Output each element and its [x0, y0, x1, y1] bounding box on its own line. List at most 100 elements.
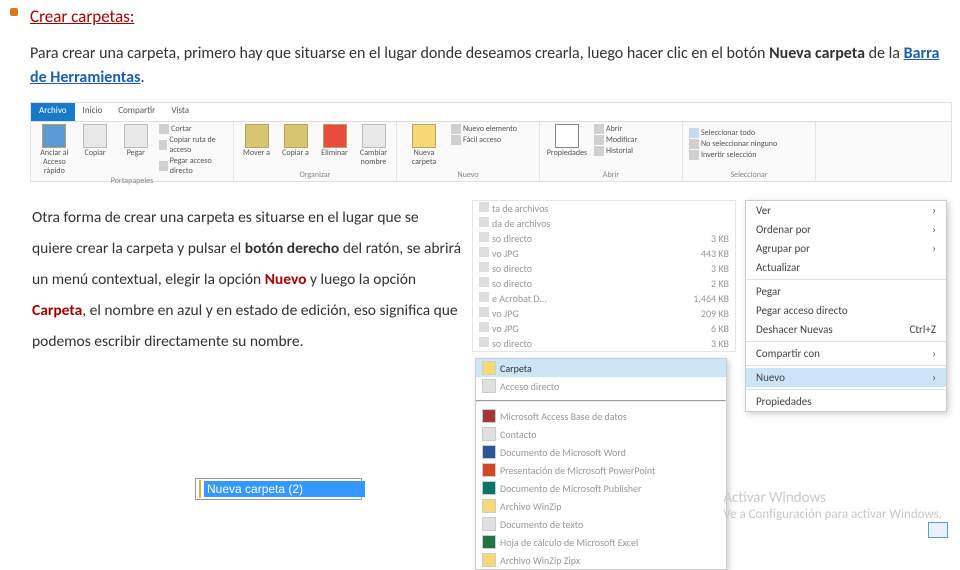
- tab-inicio[interactable]: Inicio: [75, 103, 111, 121]
- file-row[interactable]: vo JPG209 KB: [473, 306, 735, 321]
- bullet-icon: [10, 8, 18, 16]
- windows-activation-watermark: Activar Windows Ve a Configuración para …: [723, 489, 942, 522]
- ctx-label: Pegar: [756, 285, 781, 298]
- submenu-label: Documento de Microsoft Publisher: [500, 482, 641, 495]
- btn-mover[interactable]: Mover a: [240, 124, 273, 158]
- ctx-actualizar[interactable]: Actualizar: [746, 258, 946, 277]
- file-row[interactable]: so directo3 KB: [473, 261, 735, 276]
- btn-pegar[interactable]: Pegar: [118, 124, 153, 158]
- tab-compartir[interactable]: Compartir: [110, 103, 163, 121]
- copypath-icon: [159, 140, 167, 150]
- submenu-access[interactable]: Microsoft Access Base de datos: [476, 407, 726, 425]
- file-icon: [479, 217, 489, 227]
- group-seleccionar: Seleccionar todo No seleccionar ninguno …: [683, 122, 816, 182]
- delete-icon: [323, 124, 347, 148]
- file-row[interactable]: da de archivos: [473, 216, 735, 231]
- submenu-excel[interactable]: Hoja de cálculo de Microsoft Excel: [476, 533, 726, 551]
- file-icon: [479, 202, 489, 212]
- newfolder-name-input[interactable]: [204, 481, 365, 497]
- p1-bold-nueva-carpeta: Nueva carpeta: [769, 44, 865, 63]
- btn-nuevo-elemento[interactable]: Nuevo elemento: [451, 124, 517, 134]
- file-row[interactable]: ta de archivos: [473, 201, 735, 216]
- copyto-icon: [284, 124, 308, 148]
- btn-anclar[interactable]: Anclar al Acceso rápido: [37, 124, 72, 175]
- btn-eliminar[interactable]: Eliminar: [318, 124, 351, 158]
- tab-vista[interactable]: Vista: [163, 103, 197, 121]
- lbl-cambiar: Cambiar nombre: [357, 149, 390, 167]
- lbl-copiar: Copiar: [85, 149, 106, 158]
- lbl-sel-ninguno: No seleccionar ninguno: [701, 139, 777, 149]
- chevron-right-icon: ›: [932, 347, 936, 360]
- file-row[interactable]: so directo3 KB: [473, 336, 735, 351]
- btn-copiar-a[interactable]: Copiar a: [279, 124, 312, 158]
- ctx-ver[interactable]: Ver›: [746, 201, 946, 220]
- folder-icon: [199, 480, 201, 498]
- submenu-powerpoint[interactable]: Presentación de Microsoft PowerPoint: [476, 461, 726, 479]
- file-name: so directo: [492, 232, 532, 245]
- ctx-compartir[interactable]: Compartir con›: [746, 344, 946, 363]
- file-row[interactable]: so directo2 KB: [473, 276, 735, 291]
- submenu-texto[interactable]: Documento de texto: [476, 515, 726, 533]
- submenu-label: Documento de texto: [500, 518, 583, 531]
- submenu-word[interactable]: Documento de Microsoft Word: [476, 443, 726, 461]
- p1-text-e: .: [140, 68, 144, 87]
- btn-modificar[interactable]: Modificar: [594, 135, 637, 145]
- file-row[interactable]: vo JPG6 KB: [473, 321, 735, 336]
- chevron-right-icon: ›: [932, 242, 936, 255]
- submenu-carpeta[interactable]: Carpeta: [476, 359, 726, 377]
- btn-seleccionar-todo[interactable]: Seleccionar todo: [689, 128, 809, 138]
- submenu-zipx[interactable]: Archivo WinZip Zipx: [476, 551, 726, 569]
- new-submenu: Carpeta Acceso directo Microsoft Access …: [475, 358, 727, 570]
- btn-historial[interactable]: Historial: [594, 146, 637, 156]
- btn-propiedades[interactable]: Propiedades: [546, 124, 588, 158]
- lbl-cortar: Cortar: [171, 124, 191, 134]
- file-icon: [479, 247, 489, 257]
- submenu-acceso-directo[interactable]: Acceso directo: [476, 377, 726, 395]
- file-row[interactable]: vo JPG443 KB: [473, 246, 735, 261]
- lbl-historial: Historial: [606, 146, 633, 156]
- submenu-contacto[interactable]: Contacto: [476, 425, 726, 443]
- ctx-ordenar[interactable]: Ordenar por›: [746, 220, 946, 239]
- lbl-nueva-carpeta: Nueva carpeta: [403, 149, 445, 167]
- ctx-nuevo[interactable]: Nuevo›: [746, 368, 946, 387]
- lbl-pegar-directo: Pegar acceso directo: [170, 156, 227, 176]
- tab-archivo[interactable]: Archivo: [31, 103, 75, 121]
- folder-icon: [482, 361, 496, 375]
- p1-text-a: Para crear una carpeta, primero hay que …: [30, 44, 769, 63]
- watermark-title: Activar Windows: [723, 489, 942, 507]
- btn-cortar[interactable]: Cortar: [159, 124, 227, 134]
- ctx-agrupar[interactable]: Agrupar por›: [746, 239, 946, 258]
- ribbon-tabs: Archivo Inicio Compartir Vista: [31, 103, 951, 122]
- btn-copiar[interactable]: Copiar: [78, 124, 113, 158]
- rename-icon: [362, 124, 386, 148]
- ctx-propiedades[interactable]: Propiedades: [746, 392, 946, 411]
- open-icon: [594, 124, 604, 134]
- ctx-deshacer[interactable]: Deshacer NuevasCtrl+Z: [746, 320, 946, 339]
- btn-invertir-seleccion[interactable]: Invertir selección: [689, 150, 809, 160]
- file-row[interactable]: so directo3 KB: [473, 231, 735, 246]
- submenu-winzip[interactable]: Archivo WinZip: [476, 497, 726, 515]
- chevron-right-icon: ›: [932, 371, 936, 384]
- zip-icon: [482, 499, 496, 513]
- btn-facil-acceso[interactable]: Fácil acceso: [451, 135, 517, 145]
- file-icon: [479, 322, 489, 332]
- btn-copiar-ruta[interactable]: Copiar ruta de acceso: [159, 135, 227, 155]
- file-name: so directo: [492, 277, 532, 290]
- btn-cambiar[interactable]: Cambiar nombre: [357, 124, 390, 167]
- file-row[interactable]: e Acrobat D…1.464 KB: [473, 291, 735, 306]
- file-icon: [479, 292, 489, 302]
- ctx-label: Pegar acceso directo: [756, 304, 848, 317]
- btn-pegar-directo[interactable]: Pegar acceso directo: [159, 156, 227, 176]
- submenu-publisher[interactable]: Documento de Microsoft Publisher: [476, 479, 726, 497]
- btn-seleccionar-ninguno[interactable]: No seleccionar ninguno: [689, 139, 809, 149]
- ctx-pegar-acceso-directo[interactable]: Pegar acceso directo: [746, 301, 946, 320]
- p1-text-c: de la: [865, 44, 904, 63]
- file-size: 443 KB: [701, 247, 729, 260]
- ctx-label: Ordenar por: [756, 223, 811, 236]
- group-nuevo: Nueva carpeta Nuevo elemento Fácil acces…: [397, 122, 540, 182]
- cut-icon: [159, 124, 169, 134]
- ctx-shortcut: Ctrl+Z: [909, 323, 936, 336]
- btn-nueva-carpeta[interactable]: Nueva carpeta: [403, 124, 445, 167]
- ctx-pegar[interactable]: Pegar: [746, 282, 946, 301]
- btn-abrir[interactable]: Abrir: [594, 124, 637, 134]
